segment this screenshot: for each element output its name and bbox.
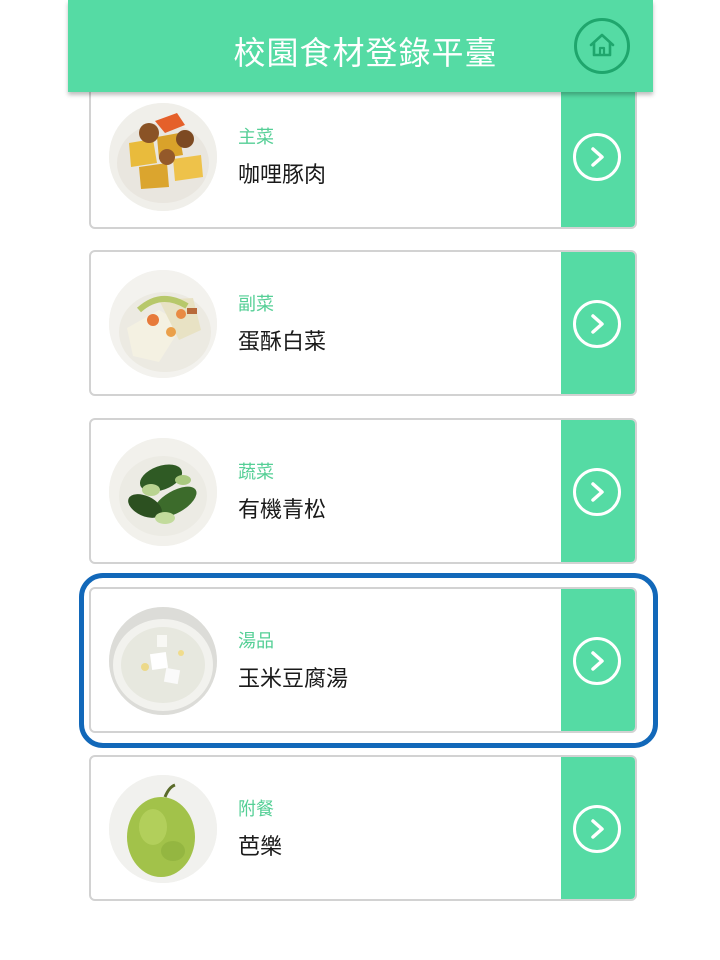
menu-card-side[interactable]: 副菜 蛋酥白菜 xyxy=(89,250,637,396)
dish-name: 咖哩豚肉 xyxy=(238,163,327,188)
detail-button[interactable] xyxy=(561,252,635,394)
detail-button[interactable] xyxy=(561,85,635,227)
category-label: 副菜 xyxy=(238,294,274,315)
app-screen: 校園食材登錄平臺 主菜 咖哩豚肉 副菜 蛋酥白菜 蔬菜 有機青松 湯品 玉米豆腐… xyxy=(68,0,653,960)
curry-pork-photo xyxy=(109,103,217,211)
app-header: 校園食材登錄平臺 xyxy=(68,0,653,92)
home-icon xyxy=(589,33,615,57)
dish-name: 芭樂 xyxy=(238,835,283,860)
category-label: 主菜 xyxy=(238,127,274,148)
detail-button[interactable] xyxy=(561,420,635,562)
chevron-right-circle-icon xyxy=(573,468,621,516)
category-label: 蔬菜 xyxy=(238,462,274,483)
selection-highlight xyxy=(79,573,658,748)
chevron-right-circle-icon xyxy=(573,133,621,181)
guava-photo xyxy=(109,775,217,883)
cabbage-photo xyxy=(109,270,217,378)
menu-card-vegetable[interactable]: 蔬菜 有機青松 xyxy=(89,418,637,564)
menu-card-extra[interactable]: 附餐 芭樂 xyxy=(89,755,637,901)
detail-button[interactable] xyxy=(561,757,635,899)
page-title: 校園食材登錄平臺 xyxy=(233,34,498,72)
category-label: 附餐 xyxy=(238,799,274,820)
dish-name: 有機青松 xyxy=(238,498,327,523)
chevron-right-circle-icon xyxy=(573,805,621,853)
greens-photo xyxy=(109,438,217,546)
chevron-right-circle-icon xyxy=(573,300,621,348)
home-button[interactable] xyxy=(574,18,630,74)
dish-name: 蛋酥白菜 xyxy=(238,330,327,355)
